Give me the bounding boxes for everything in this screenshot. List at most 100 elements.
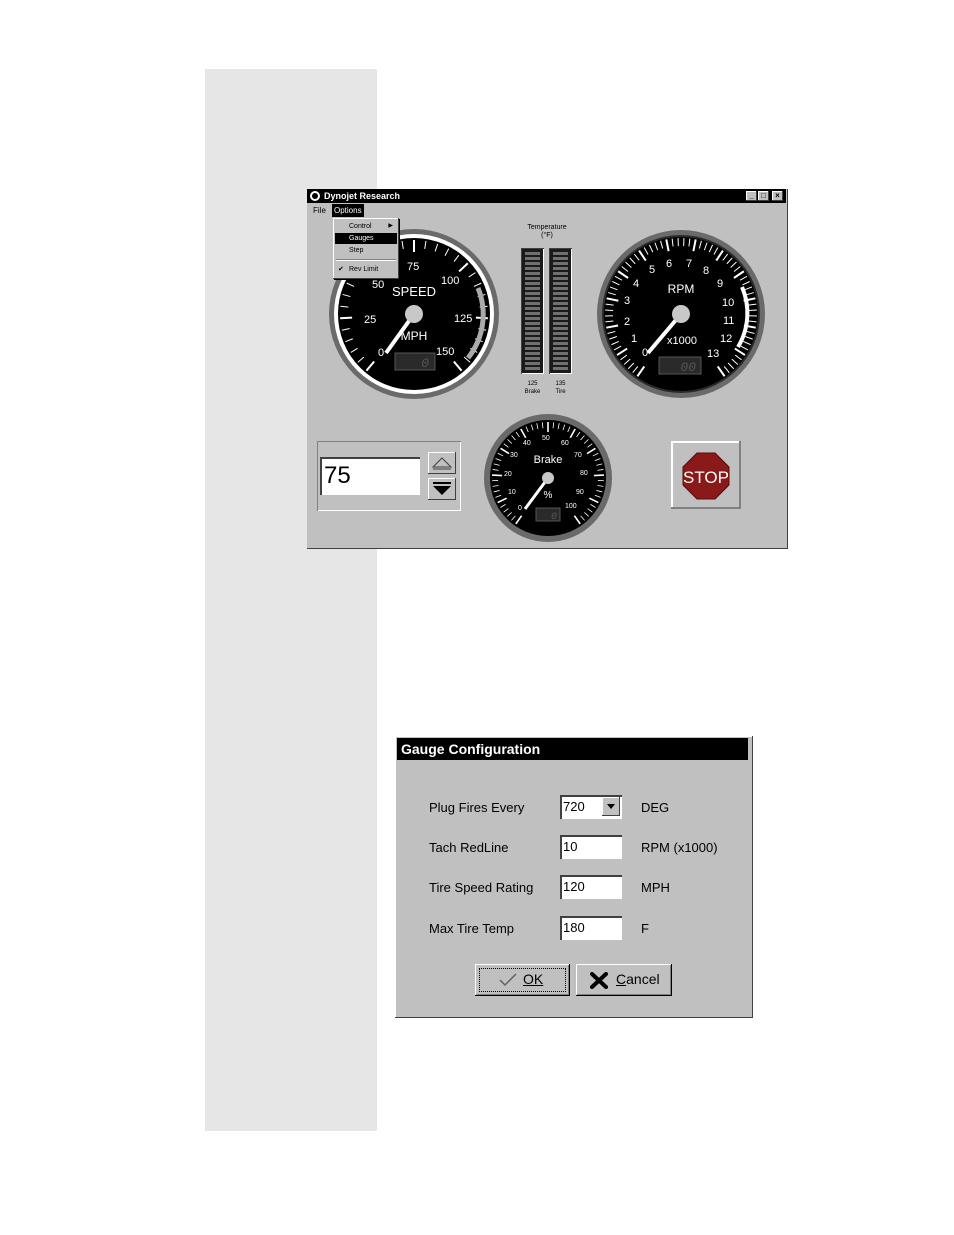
ok-label: OK: [523, 971, 544, 987]
brake-digital-value: 0: [551, 512, 557, 523]
menu-file[interactable]: File: [311, 204, 328, 217]
stop-button[interactable]: STOP: [671, 441, 741, 509]
temperature-segment: [525, 282, 540, 285]
max-tire-temp-label: Max Tire Temp: [429, 921, 515, 936]
tach-redline-input[interactable]: 10: [560, 835, 622, 859]
window-titlebar[interactable]: Dynojet Research _ □ ×: [307, 189, 786, 203]
temperature-segment: [553, 352, 568, 355]
temperature-segment: [553, 272, 568, 275]
rpm-tick-label: 8: [703, 265, 709, 277]
cancel-button[interactable]: Cancel: [576, 964, 672, 996]
temperature-segment: [553, 357, 568, 360]
dropdown-button[interactable]: [602, 797, 620, 816]
brake-tick-label: 60: [561, 440, 569, 447]
brake-temperature-bar: [521, 248, 544, 374]
temperature-segment: [553, 277, 568, 280]
brake-title: Brake: [534, 454, 563, 466]
speed-title: SPEED: [392, 284, 436, 299]
brake-tick-label: 100: [565, 503, 577, 510]
temperature-segment: [553, 332, 568, 335]
plug-fires-select[interactable]: 720: [560, 795, 622, 819]
temperature-segment: [553, 302, 568, 305]
ok-button[interactable]: OK: [475, 964, 570, 996]
rpm-tick-label: 9: [717, 278, 723, 290]
brake-temperature-value: 125: [527, 381, 538, 387]
menu-item-label: Gauges: [349, 235, 374, 242]
rpm-tick-label: 11: [723, 315, 734, 327]
brake-tick-label: 70: [574, 452, 582, 459]
chevron-down-icon: [607, 804, 615, 809]
menu-options[interactable]: Options: [332, 204, 364, 217]
window-title: Dynojet Research: [324, 191, 401, 201]
stop-label: STOP: [683, 468, 729, 487]
temperature-title-line2: (°F): [541, 232, 553, 239]
max-tire-temp-unit: F: [641, 921, 649, 936]
menu-item-rev-limit[interactable]: ✔ Rev Limit: [335, 264, 397, 275]
menu-item-step[interactable]: Step: [335, 245, 397, 256]
rpm-tick-label: 1: [631, 333, 637, 345]
temperature-segment: [525, 367, 540, 370]
brake-unit: %: [544, 490, 553, 501]
temperature-segment: [553, 307, 568, 310]
temperature-segment: [525, 327, 540, 330]
minimize-button[interactable]: _: [746, 191, 757, 201]
tire-temperature-bar: [549, 248, 572, 374]
rpm-tick-label: 12: [720, 333, 732, 345]
gauge-tick: [340, 316, 353, 320]
tire-temperature-readout: 135 Tire: [549, 380, 572, 396]
menu-item-gauges[interactable]: Gauges: [335, 233, 397, 244]
temperature-segment: [525, 272, 540, 275]
temperature-segment: [553, 342, 568, 345]
temperature-segment: [553, 297, 568, 300]
speed-tick-label: 100: [441, 275, 459, 287]
menu-item-label: Step: [349, 247, 364, 254]
temperature-segment: [525, 337, 540, 340]
temperature-segment: [553, 322, 568, 325]
temperature-title-line1: Temperature: [527, 224, 567, 231]
menu-separator: [336, 259, 396, 261]
brake-tick-label: 50: [542, 435, 550, 442]
temperature-segment: [553, 262, 568, 265]
speed-digital-value: 0: [421, 356, 429, 371]
menu-item-control[interactable]: Control ▶: [335, 221, 397, 232]
max-tire-temp-input[interactable]: 180: [560, 916, 622, 940]
brake-tick-label: 40: [523, 440, 531, 447]
step-up-button[interactable]: [428, 452, 456, 474]
temperature-segment: [525, 292, 540, 295]
temperature-segment: [525, 352, 540, 355]
temperature-segment: [525, 322, 540, 325]
brake-tick-label: 10: [508, 489, 516, 496]
rpm-tick-label: 5: [649, 264, 655, 276]
brake-gauge: Brake % 0 10 20 30 40 50 60 70 80 90 100…: [484, 414, 612, 542]
temperature-title: Temperature (°F): [519, 224, 575, 240]
temperature-segment: [525, 277, 540, 280]
temperature-segment: [553, 257, 568, 260]
temperature-segment: [525, 347, 540, 350]
step-down-button[interactable]: [428, 478, 456, 500]
tire-speed-rating-input[interactable]: 120: [560, 875, 622, 899]
tach-redline-unit: RPM (x1000): [641, 840, 718, 855]
temperature-segment: [525, 252, 540, 255]
plug-fires-unit: DEG: [641, 800, 670, 815]
close-button[interactable]: ×: [772, 191, 783, 201]
tire-speed-rating-label: Tire Speed Rating: [429, 880, 534, 895]
temperature-segment: [525, 362, 540, 365]
speed-tick-label: 150: [436, 346, 454, 358]
temperature-segment: [553, 312, 568, 315]
rpm-tick-label: 2: [624, 316, 630, 328]
tach-redline-label: Tach RedLine: [429, 840, 509, 855]
rpm-gauge: RPM x1000 0 1 2 3 4 5 6 7 8 9 10 11 12 1…: [597, 230, 765, 398]
temperature-segment: [525, 257, 540, 260]
speed-unit: MPH: [401, 329, 428, 343]
speed-digital-display: [394, 352, 436, 371]
gauge-tick: [593, 474, 604, 477]
brake-temperature-readout: 125 Brake: [521, 380, 544, 396]
needle-hub: [405, 305, 423, 323]
plug-fires-label: Plug Fires Every: [429, 800, 525, 815]
gauge-configuration-dialog: Gauge Configuration Plug Fires Every 720…: [395, 736, 753, 1018]
step-value-field[interactable]: 75: [320, 457, 420, 495]
speed-tick-label: 75: [407, 261, 419, 273]
maximize-button[interactable]: □: [758, 191, 769, 201]
rpm-tick-label: 13: [707, 348, 719, 360]
app-icon[interactable]: [310, 191, 320, 201]
